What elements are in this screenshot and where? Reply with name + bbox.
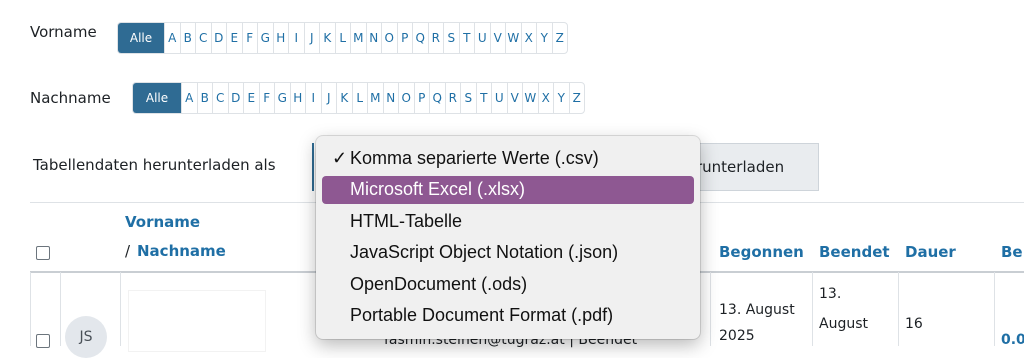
format-option[interactable]: JavaScript Object Notation (.json)	[322, 239, 694, 267]
download-label: Tabellendaten herunterladen als	[33, 156, 276, 174]
finished-line1: 13.	[819, 286, 842, 302]
firstname-letter-t[interactable]: T	[458, 23, 475, 53]
lastname-letter-u[interactable]: U	[491, 83, 507, 113]
format-option[interactable]: Microsoft Excel (.xlsx)	[322, 175, 694, 204]
download-button[interactable]: runterladen	[688, 143, 819, 191]
lastname-letter-d[interactable]: D	[227, 83, 244, 113]
lastname-letter-k[interactable]: K	[336, 83, 352, 113]
lastname-filter-label: Nachname	[30, 89, 111, 107]
format-option-label: Microsoft Excel (.xlsx)	[350, 179, 526, 199]
format-option[interactable]: Portable Document Format (.pdf)	[322, 302, 694, 330]
firstname-letter-f[interactable]: F	[241, 23, 258, 53]
lastname-letter-v[interactable]: V	[506, 83, 523, 113]
format-option[interactable]: OpenDocument (.ods)	[322, 270, 694, 298]
header-separator: /	[125, 242, 131, 260]
firstname-letter-g[interactable]: G	[257, 23, 273, 53]
format-option-label: HTML-Tabelle	[350, 210, 463, 231]
avatar-initials: JS	[79, 329, 93, 345]
format-option-label: Portable Document Format (.pdf)	[350, 305, 614, 325]
firstname-letter-all[interactable]: Alle	[118, 23, 164, 53]
col-divider	[60, 272, 61, 346]
lastname-letter-b[interactable]: B	[196, 83, 213, 113]
user-picture-placeholder	[128, 290, 266, 352]
lastname-letter-i[interactable]: I	[305, 83, 321, 113]
firstname-letter-u[interactable]: U	[474, 23, 490, 53]
firstname-letter-l[interactable]: L	[334, 23, 351, 53]
lastname-letter-y[interactable]: Y	[553, 83, 569, 113]
lastname-letter-q[interactable]: Q	[429, 83, 445, 113]
firstname-letter-e[interactable]: E	[226, 23, 242, 53]
col-divider	[898, 272, 899, 346]
col-divider	[30, 272, 31, 346]
firstname-letter-j[interactable]: J	[303, 23, 320, 53]
lastname-letter-j[interactable]: J	[320, 83, 337, 113]
firstname-letter-c[interactable]: C	[195, 23, 211, 53]
firstname-letter-s[interactable]: S	[443, 23, 459, 53]
sort-started-link[interactable]: Begonnen	[719, 243, 804, 261]
col-divider	[994, 272, 995, 346]
grade-link[interactable]: 0.0	[1001, 330, 1024, 351]
lastname-letter-m[interactable]: M	[367, 83, 383, 113]
sort-finished-link[interactable]: Beendet	[819, 243, 890, 261]
firstname-letter-i[interactable]: I	[288, 23, 304, 53]
lastname-letter-s[interactable]: S	[460, 83, 476, 113]
lastname-letter-e[interactable]: E	[243, 83, 259, 113]
sort-duration-link[interactable]: Dauer	[905, 243, 956, 261]
format-option[interactable]: ✓ Komma separierte Werte (.csv)	[322, 144, 694, 172]
firstname-letter-x[interactable]: X	[520, 23, 537, 53]
firstname-letter-d[interactable]: D	[210, 23, 227, 53]
format-option-label: JavaScript Object Notation (.json)	[350, 242, 619, 262]
col-divider	[812, 272, 813, 346]
lastname-letter-h[interactable]: H	[289, 83, 306, 113]
format-option-label: Komma separierte Werte (.csv)	[350, 147, 599, 168]
lastname-letter-all[interactable]: Alle	[133, 83, 181, 113]
lastname-letter-x[interactable]: X	[537, 83, 554, 113]
format-option[interactable]: HTML-Tabelle	[322, 207, 694, 235]
firstname-letter-y[interactable]: Y	[536, 23, 552, 53]
firstname-letter-q[interactable]: Q	[412, 23, 428, 53]
select-all-checkbox[interactable]	[36, 246, 50, 260]
lastname-letter-t[interactable]: T	[475, 83, 492, 113]
lastname-letter-f[interactable]: F	[258, 83, 275, 113]
lastname-letter-r[interactable]: R	[444, 83, 461, 113]
firstname-letter-h[interactable]: H	[272, 23, 289, 53]
firstname-letter-w[interactable]: W	[505, 23, 521, 53]
lastname-letter-n[interactable]: N	[382, 83, 399, 113]
col-divider	[710, 272, 711, 346]
firstname-letter-k[interactable]: K	[319, 23, 335, 53]
started-line2: 2025	[719, 328, 755, 344]
finished-line2: August	[819, 316, 868, 332]
firstname-letter-m[interactable]: M	[350, 23, 366, 53]
lastname-letter-p[interactable]: P	[413, 83, 430, 113]
sort-firstname-link[interactable]: Vorname	[125, 213, 200, 231]
firstname-letter-a[interactable]: A	[164, 23, 180, 53]
lastname-letter-filter: Alle A B C D E F G H I J K L M N O P Q R S T U V W X Y Z	[132, 82, 585, 114]
firstname-letter-filter: Alle A B C D E F G H I J K L M N O P Q R S T U V W X Y Z	[117, 22, 568, 54]
lastname-letter-w[interactable]: W	[522, 83, 538, 113]
firstname-letter-o[interactable]: O	[381, 23, 397, 53]
download-button-label: runterladen	[696, 158, 785, 176]
firstname-letter-z[interactable]: Z	[551, 23, 568, 53]
lastname-letter-c[interactable]: C	[212, 83, 228, 113]
firstname-letter-r[interactable]: R	[427, 23, 444, 53]
lastname-letter-a[interactable]: A	[181, 83, 197, 113]
checkmark-icon: ✓	[332, 147, 348, 168]
sort-grade-link[interactable]: Be	[1001, 243, 1023, 261]
firstname-letter-n[interactable]: N	[365, 23, 382, 53]
col-divider	[120, 272, 121, 346]
format-dropdown-menu: ✓ Komma separierte Werte (.csv) Microsoft …	[316, 136, 700, 339]
lastname-letter-o[interactable]: O	[398, 83, 414, 113]
firstname-letter-p[interactable]: P	[396, 23, 413, 53]
lastname-letter-g[interactable]: G	[274, 83, 290, 113]
lastname-letter-l[interactable]: L	[351, 83, 368, 113]
started-line1: 13. August	[719, 302, 795, 318]
firstname-filter-label: Vorname	[30, 23, 97, 41]
format-option-label: OpenDocument (.ods)	[350, 273, 528, 294]
firstname-letter-b[interactable]: B	[179, 23, 196, 53]
duration-cell: 16	[905, 316, 923, 332]
lastname-letter-z[interactable]: Z	[568, 83, 585, 113]
sort-lastname-link[interactable]: Nachname	[137, 242, 226, 260]
firstname-letter-v[interactable]: V	[489, 23, 506, 53]
avatar: JS	[65, 316, 107, 358]
